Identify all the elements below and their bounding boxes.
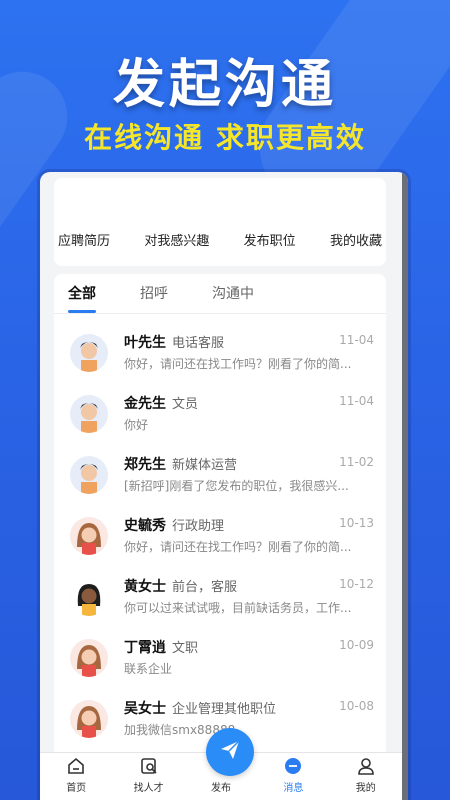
tab-interested[interactable]: 对我感兴趣 xyxy=(144,230,209,249)
contact-name: 丁霄逍 文职 xyxy=(124,640,199,656)
message-icon xyxy=(263,755,323,777)
message-preview: 你可以过来试试哦，目前缺话务员，工作... xyxy=(124,601,352,615)
job-title: 前台，客服 xyxy=(172,580,238,595)
profile-icon xyxy=(336,755,396,777)
job-title: 电话客服 xyxy=(172,336,225,351)
top-tabs: 应聘简历 对我感兴趣 发布职位 我的收藏 xyxy=(54,230,386,249)
nav-profile[interactable]: 我的 xyxy=(336,755,396,794)
message-preview: 你好 xyxy=(124,418,149,432)
male-avatar-icon xyxy=(70,334,108,372)
nav-messages[interactable]: 消息 xyxy=(263,755,323,794)
female-avatar-icon xyxy=(70,639,108,677)
publish-button[interactable] xyxy=(206,728,254,776)
nav-publish-label: 发布 xyxy=(210,783,231,794)
phone-edge xyxy=(402,172,408,800)
message-preview: [新招呼]刚看了您发布的职位，我很感兴... xyxy=(124,479,349,493)
message-list: 叶先生 电话客服 11-04 你好，请问还在找工作吗？刚看了你的简... 金先生文… xyxy=(54,314,386,747)
message-date: 11-02 xyxy=(339,455,374,469)
home-icon xyxy=(46,755,106,777)
message-list-card: 全部 招呼 沟通中 叶先生 电话客服 11-04 你好，请问还在找工作吗？刚看了你… xyxy=(54,274,386,764)
nav-profile-label: 我的 xyxy=(355,783,376,794)
contact-name: 黄女士 前台，客服 xyxy=(124,579,238,595)
message-date: 10-12 xyxy=(339,577,374,591)
female-avatar-icon xyxy=(70,517,108,555)
male-avatar-icon xyxy=(70,456,108,494)
nav-find-talent-label: 找人才 xyxy=(133,783,164,794)
list-item[interactable]: 史毓秀 行政助理 10-13 你好，请问还在找工作吗？刚看了你的简... xyxy=(54,503,386,564)
nav-home[interactable]: 首页 xyxy=(46,755,106,794)
filter-tab-communicating[interactable]: 沟通中 xyxy=(212,274,254,313)
female-avatar-icon xyxy=(70,700,108,738)
job-title: 行政助理 xyxy=(172,519,225,534)
tab-favorites[interactable]: 我的收藏 xyxy=(330,230,382,249)
contact-name: 郑先生 新媒体运营 xyxy=(124,457,238,473)
job-title: 文员 xyxy=(172,397,199,412)
male-avatar-icon xyxy=(70,395,108,433)
job-title: 新媒体运营 xyxy=(172,458,238,473)
message-date: 10-13 xyxy=(339,516,374,530)
list-item[interactable]: 金先生 文员 11-04 你好 xyxy=(54,381,386,442)
phone-screen: 应聘简历 对我感兴趣 发布职位 我的收藏 全部 招呼 沟通中 叶先生 电话客服 1… xyxy=(40,172,408,800)
list-item[interactable]: 黄女士 前台，客服 10-12 你可以过来试试哦，目前缺话务员，工作... xyxy=(54,564,386,625)
list-item[interactable]: 郑先生 新媒体运营 11-02 [新招呼]刚看了您发布的职位，我很感兴... xyxy=(54,442,386,503)
contact-name: 叶先生 电话客服 xyxy=(124,335,225,351)
filter-tab-greetings[interactable]: 招呼 xyxy=(140,274,168,313)
list-item[interactable]: 叶先生 电话客服 11-04 你好，请问还在找工作吗？刚看了你的简... xyxy=(54,320,386,381)
message-preview: 你好，请问还在找工作吗？刚看了你的简... xyxy=(124,540,352,554)
message-date: 10-08 xyxy=(339,699,374,713)
tab-posted-jobs[interactable]: 发布职位 xyxy=(244,230,296,249)
job-title: 企业管理其他职位 xyxy=(172,702,277,717)
contact-name: 金先生 文员 xyxy=(124,396,199,412)
message-preview: 联系企业 xyxy=(124,662,173,676)
promo-subline: 在线沟通 求职更高效 xyxy=(84,121,366,154)
contact-name: 吴女士 企业管理其他职位 xyxy=(124,701,277,717)
contact-name: 史毓秀 行政助理 xyxy=(124,518,225,534)
message-date: 10-09 xyxy=(339,638,374,652)
message-date: 11-04 xyxy=(339,333,374,347)
filter-tab-all[interactable]: 全部 xyxy=(68,274,96,313)
list-item[interactable]: 丁霄逍 文职 10-09 联系企业 xyxy=(54,625,386,686)
paper-plane-icon xyxy=(218,738,242,766)
tab-resumes[interactable]: 应聘简历 xyxy=(58,230,110,249)
nav-messages-label: 消息 xyxy=(283,783,304,794)
message-preview: 加我微信smx88888 xyxy=(124,723,236,737)
job-title: 文职 xyxy=(172,641,199,656)
female-avatar-icon xyxy=(70,578,108,616)
nav-find-talent[interactable]: 找人才 xyxy=(119,755,179,794)
message-preview: 你好，请问还在找工作吗？刚看了你的简... xyxy=(124,357,352,371)
filter-tabs: 全部 招呼 沟通中 xyxy=(54,274,386,314)
nav-home-label: 首页 xyxy=(66,783,87,794)
find-talent-icon xyxy=(119,755,179,777)
top-card xyxy=(54,178,386,266)
message-date: 11-04 xyxy=(339,394,374,408)
promo-headline: 发起沟通 xyxy=(112,55,337,115)
